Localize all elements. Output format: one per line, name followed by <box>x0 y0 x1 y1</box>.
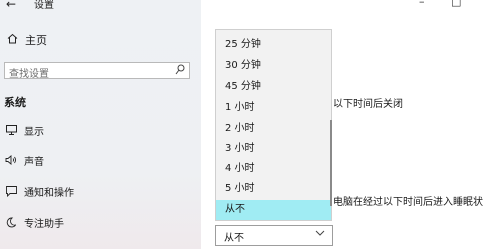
speaker-icon <box>4 155 18 165</box>
select-value: 从不 <box>224 233 244 244</box>
sidebar-item-notifications[interactable]: 通知和操作 <box>4 184 74 199</box>
dropdown-option[interactable]: 5 小时 <box>216 179 328 199</box>
notification-icon <box>4 185 18 197</box>
dropdown-option[interactable]: 45 分钟 <box>216 77 328 97</box>
search-placeholder: 查找设置 <box>9 69 49 80</box>
window-title: 设置 <box>34 0 54 11</box>
dropdown-option[interactable]: 1 小时 <box>216 98 328 118</box>
sidebar-item-label: 通知和操作 <box>24 187 74 199</box>
dropdown-option[interactable]: 4 小时 <box>216 159 328 179</box>
monitor-icon <box>4 125 18 135</box>
sidebar-item-display[interactable]: 显示 <box>4 123 44 138</box>
maximize-button[interactable]: □ <box>451 0 461 8</box>
sidebar: ← 设置 主页 查找设置 系统 显示 声音 通知和操作 专注助手 <box>0 0 201 249</box>
sleep-label: 电脑在经过以下时间后进入睡眠状 <box>333 197 483 208</box>
sidebar-item-label: 声音 <box>24 156 44 168</box>
back-arrow-icon[interactable]: ← <box>6 0 16 11</box>
dropdown-option-selected[interactable]: 从不 <box>216 200 331 220</box>
search-icon[interactable] <box>175 64 185 78</box>
search-input[interactable]: 查找设置 <box>4 62 190 80</box>
sidebar-item-home[interactable]: 主页 <box>5 33 47 47</box>
moon-icon <box>4 217 18 228</box>
minimize-button[interactable]: – <box>419 0 425 8</box>
sidebar-item-label: 专注助手 <box>24 218 64 230</box>
dropdown-option[interactable]: 30 分钟 <box>216 56 328 76</box>
dropdown-option[interactable]: 25 分钟 <box>216 35 328 55</box>
chevron-down-icon <box>315 228 325 241</box>
dropdown-option[interactable]: 3 小时 <box>216 139 328 159</box>
sidebar-item-label: 显示 <box>24 126 44 138</box>
home-icon <box>5 33 19 47</box>
sidebar-item-label: 主页 <box>25 34 47 47</box>
sidebar-item-focus-assist[interactable]: 专注助手 <box>4 215 64 230</box>
dropdown-scrollbar[interactable] <box>329 30 333 220</box>
timeout-dropdown-list[interactable]: 25 分钟 30 分钟 45 分钟 1 小时 2 小时 3 小时 4 小时 5 … <box>215 29 332 221</box>
sleep-timeout-select[interactable]: 从不 <box>215 225 333 246</box>
section-title: 系统 <box>4 96 26 109</box>
screen-off-label: 以下时间后关闭 <box>333 99 403 110</box>
sidebar-item-sound[interactable]: 声音 <box>4 153 44 168</box>
dropdown-option[interactable]: 2 小时 <box>216 119 328 139</box>
scrollbar-thumb[interactable] <box>330 120 332 206</box>
